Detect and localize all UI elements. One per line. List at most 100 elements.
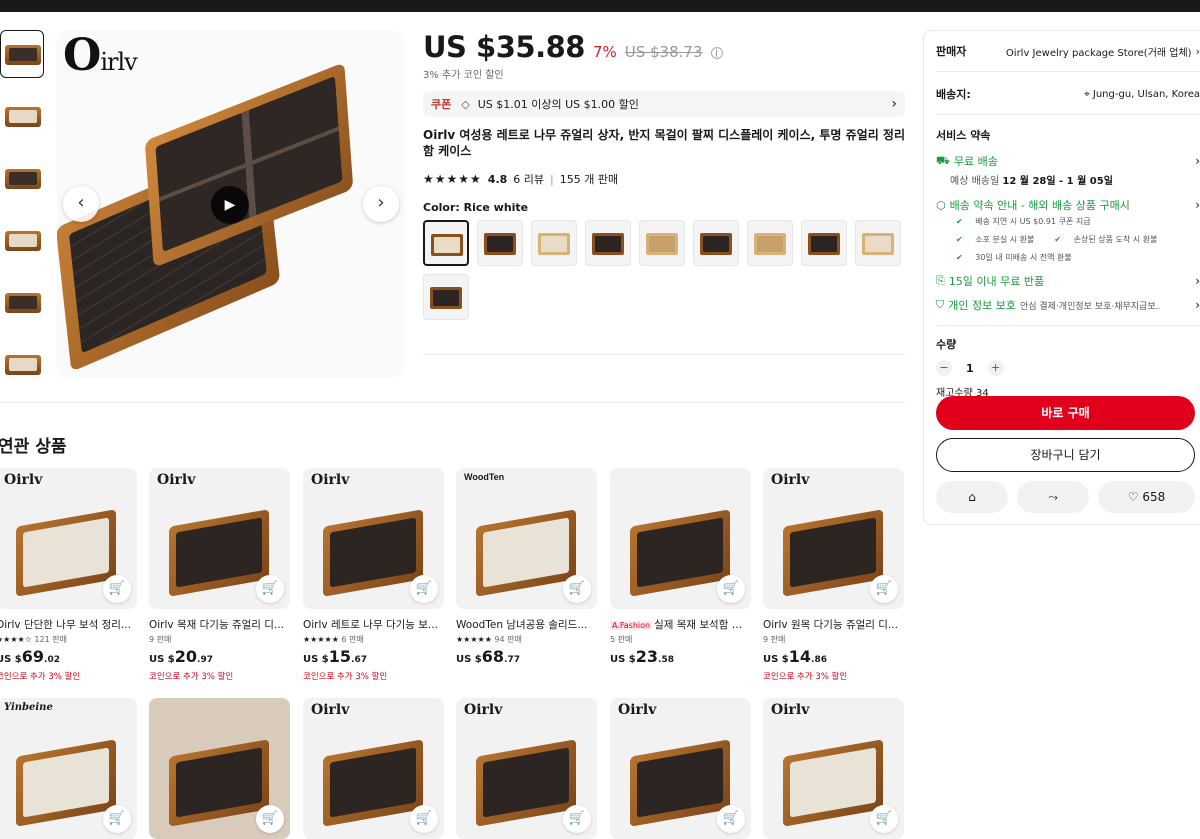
share-button[interactable]: ⤳	[1017, 481, 1089, 513]
add-cart-icon[interactable]: 🛒	[103, 575, 131, 603]
product-title: Oirlv 여성용 레트로 나무 쥬얼리 상자, 반지 목걸이 팔찌 디스플레이…	[423, 128, 905, 158]
color-swatch[interactable]	[747, 220, 793, 266]
product-card[interactable]: Oirlv 🛒 Oirlv 레트로 나무 다기능 보... ★★★★★ 6 판매 …	[303, 468, 444, 682]
add-cart-icon[interactable]: 🛒	[870, 805, 898, 833]
price: US $35.88	[423, 30, 585, 64]
chevron-right-icon: ›	[1195, 44, 1200, 58]
review-count[interactable]: 6 리뷰	[513, 171, 544, 187]
promise-checklist: ✔ 배송 지연 시 US $0.91 쿠폰 지급 ✔ 소포 분실 시 환불 ✔ 손…	[956, 217, 1158, 262]
add-cart-icon[interactable]: 🛒	[256, 805, 284, 833]
product-card[interactable]: Oirlv 🛒	[763, 698, 904, 839]
add-cart-icon[interactable]: 🛒	[410, 805, 438, 833]
add-cart-icon[interactable]: 🛒	[870, 575, 898, 603]
ship-to-location[interactable]: ⌖ Jung-gu, Ulsan, Korea	[1084, 89, 1200, 100]
privacy-detail: 안심 결제·개인정보 보호·채무지급보...	[1019, 301, 1160, 312]
card-brand: Oirlv	[311, 472, 350, 488]
store-button[interactable]: ⌂	[936, 481, 1008, 513]
card-sold: 9 판매	[149, 635, 172, 644]
privacy-row[interactable]: ⛉ 개인 정보 보호 안심 결제·개인정보 보호·채무지급보... ›	[936, 297, 1200, 313]
coupon-text: US $1.01 이상의 US $1.00 할인	[477, 98, 639, 111]
product-card[interactable]: Oirlv 🛒 Oirlv 단단한 나무 보석 정리... ★★★★☆ 121 판…	[0, 468, 137, 682]
privacy-title: 개인 정보 보호	[948, 299, 1016, 312]
product-card[interactable]: Oirlv 🛒 Oirlv 목재 다기능 쥬얼리 디... 9 판매 US $20…	[149, 468, 290, 682]
wishlist-count: 658	[1142, 490, 1166, 504]
main-product-image[interactable]: Oirlv ‹ ▶ ›	[57, 30, 405, 378]
add-cart-icon[interactable]: 🛒	[256, 575, 284, 603]
product-card[interactable]: 🛒 A.Fashion 실제 목재 보석함 새... 5 판매 US $23.58	[610, 468, 751, 666]
color-swatch[interactable]	[585, 220, 631, 266]
add-cart-icon[interactable]: 🛒	[410, 575, 438, 603]
rating-row[interactable]: ★★★★★ 4.8 6 리뷰 | 155 개 판매	[423, 171, 905, 187]
play-video-button[interactable]: ▶	[211, 186, 249, 224]
color-swatch[interactable]	[423, 274, 469, 320]
quantity-stepper: − 1 +	[936, 360, 1200, 376]
product-card[interactable]: Yinbeine 🛒	[0, 698, 137, 839]
product-card[interactable]: WoodTen 🛒 WoodTen 남녀공용 솔리드... ★★★★★ 94 판매…	[456, 468, 597, 666]
free-returns-row[interactable]: ⎘ 15일 이내 무료 반품 ›	[936, 273, 1200, 289]
purchase-panel: 판매자 Oirlv Jewelry package Store(거래 업체) ›…	[923, 30, 1200, 525]
quantity-value[interactable]: 1	[966, 362, 974, 375]
delivery-promise-row[interactable]: ⬡ 배송 약속 안내 - 해외 배송 상품 구매시 ›	[936, 197, 1200, 213]
product-card[interactable]: Oirlv 🛒	[303, 698, 444, 839]
add-cart-icon[interactable]: 🛒	[563, 805, 591, 833]
star-rating: ★★★★★	[423, 172, 482, 186]
seller-label: 판매자	[936, 45, 967, 58]
color-label: Color: Rice white	[423, 201, 529, 214]
thumbnail-6[interactable]	[0, 340, 44, 388]
prev-image-button[interactable]: ‹	[63, 186, 99, 222]
card-price: US $69.02	[0, 647, 60, 666]
delivery-promise-text: 배송 약속 안내 - 해외 배송 상품 구매시	[949, 199, 1130, 212]
card-sold: 9 판매	[763, 635, 786, 644]
decrement-button[interactable]: −	[936, 360, 952, 376]
original-price: US $38.73	[624, 43, 703, 61]
quantity-label: 수량	[936, 338, 957, 351]
card-title: WoodTen 남녀공용 솔리드...	[456, 619, 588, 631]
add-cart-icon[interactable]: 🛒	[103, 805, 131, 833]
color-swatch[interactable]	[639, 220, 685, 266]
thumbnail-1[interactable]	[0, 30, 44, 78]
info-icon[interactable]: i	[710, 47, 723, 59]
card-stars: ★★★★★	[456, 635, 492, 644]
add-cart-icon[interactable]: 🛒	[717, 805, 745, 833]
product-card[interactable]: Oirlv 🛒	[456, 698, 597, 839]
divider	[936, 114, 1200, 115]
color-swatch[interactable]	[855, 220, 901, 266]
color-swatch[interactable]	[801, 220, 847, 266]
color-swatch[interactable]	[477, 220, 523, 266]
thumbnail-2[interactable]	[0, 92, 44, 140]
color-swatch[interactable]	[693, 220, 739, 266]
product-card[interactable]: 🛒	[149, 698, 290, 839]
thumbnail-3[interactable]	[0, 154, 44, 202]
wishlist-button[interactable]: ♡ 658	[1098, 481, 1195, 513]
color-swatch[interactable]	[423, 220, 469, 266]
card-sold: 6 판매	[341, 635, 364, 644]
card-stars: ★★★★★	[303, 635, 339, 644]
buy-now-button[interactable]: 바로 구매	[936, 396, 1195, 430]
increment-button[interactable]: +	[987, 360, 1004, 376]
discount-percent: 7%	[592, 43, 617, 61]
eta-row: 예상 배송일 12 월 28일 - 1 월 05일	[950, 176, 1113, 187]
thumbnail-5[interactable]	[0, 278, 44, 326]
coupon-bar[interactable]: 쿠폰 ◇ US $1.01 이상의 US $1.00 할인 ›	[423, 91, 905, 117]
share-icon: ⤳	[1048, 490, 1058, 504]
card-brand: Yinbeine	[4, 702, 53, 713]
divider	[423, 354, 905, 355]
add-cart-icon[interactable]: 🛒	[717, 575, 745, 603]
add-to-cart-button[interactable]: 장바구니 담기	[936, 438, 1195, 472]
free-shipping-row[interactable]: ⛟ 무료 배송 ›	[936, 153, 1200, 169]
seller-name[interactable]: Oirlv Jewelry package Store(거래 업체)	[1006, 44, 1192, 59]
color-swatch[interactable]	[531, 220, 577, 266]
card-title: Oirlv 레트로 나무 다기능 보...	[303, 619, 438, 631]
card-title: Oirlv 원목 다기능 쥬얼리 디...	[763, 619, 898, 631]
card-brand: Oirlv	[771, 472, 810, 488]
separator: |	[550, 172, 554, 186]
card-stars: ★★★★☆	[0, 635, 32, 644]
next-image-button[interactable]: ›	[363, 186, 399, 222]
top-nav-bar	[0, 0, 1200, 12]
service-label: 서비스 약속	[936, 129, 991, 142]
product-card[interactable]: Oirlv 🛒 Oirlv 원목 다기능 쥬얼리 디... 9 판매 US $14…	[763, 468, 904, 682]
add-cart-icon[interactable]: 🛒	[563, 575, 591, 603]
product-card[interactable]: Oirlv 🛒	[610, 698, 751, 839]
return-icon: ⎘	[936, 274, 945, 287]
thumbnail-4[interactable]	[0, 216, 44, 264]
